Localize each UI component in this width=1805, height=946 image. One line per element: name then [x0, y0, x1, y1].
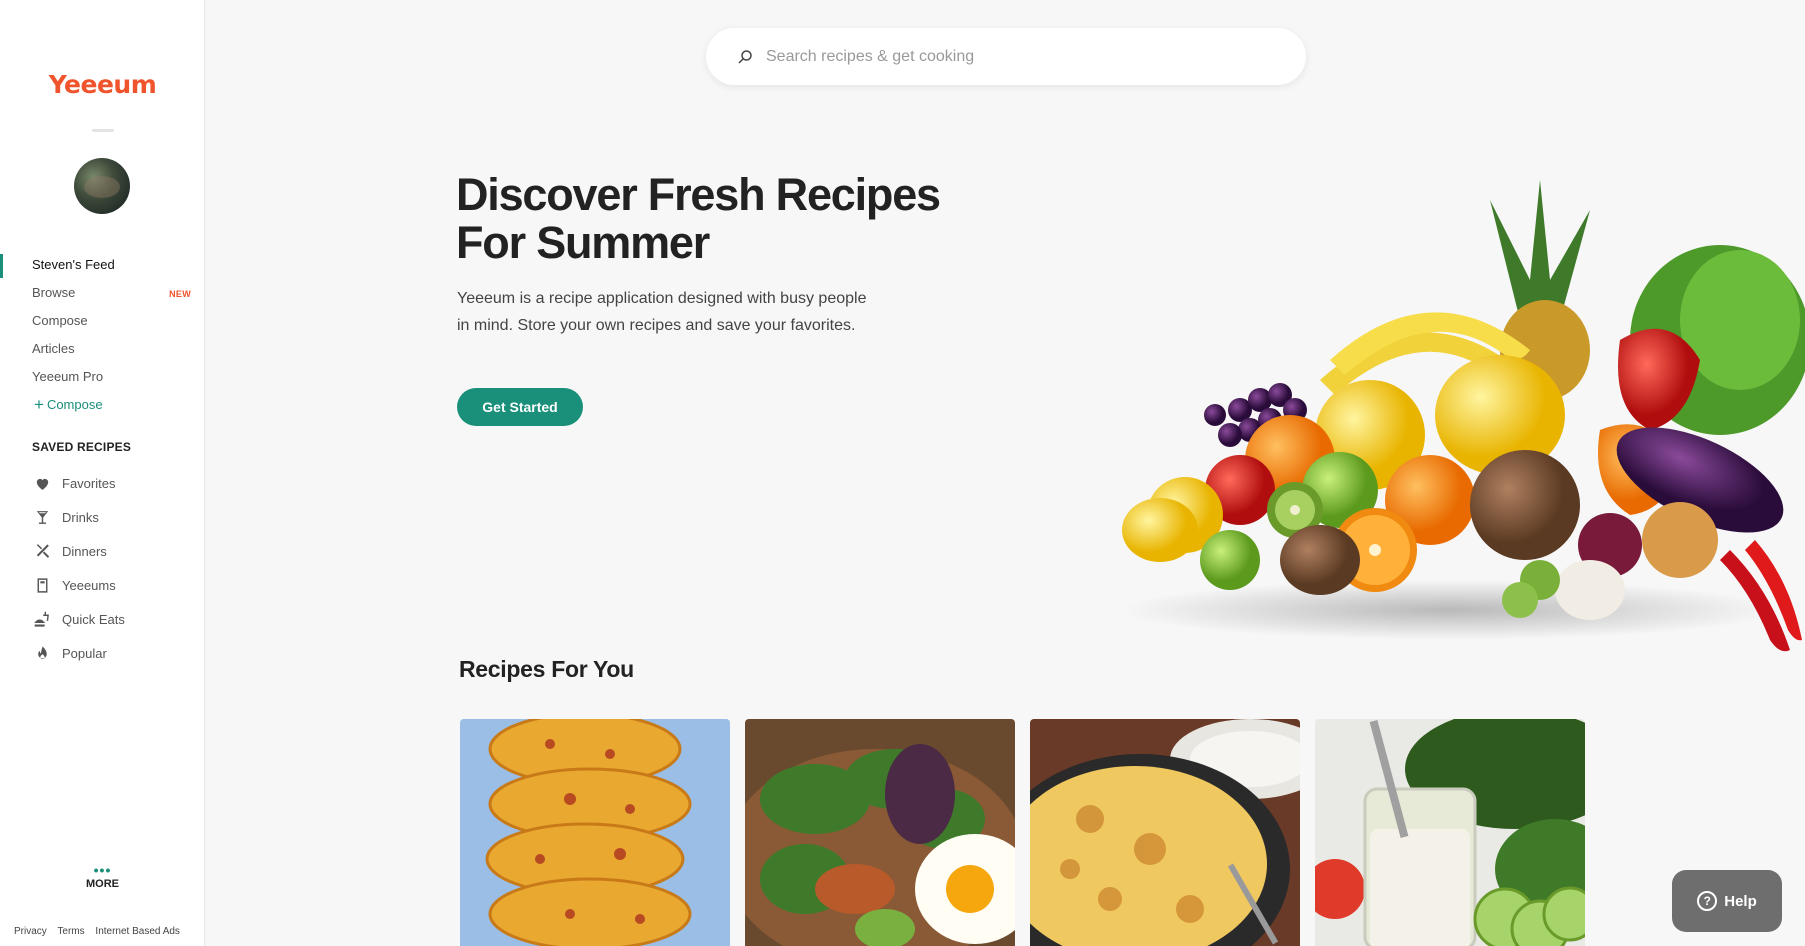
new-badge: NEW: [169, 289, 191, 299]
nav-item-feed[interactable]: Steven's Feed: [0, 254, 205, 282]
more-dots-icon: •••: [93, 862, 112, 878]
recipe-card[interactable]: [460, 719, 730, 946]
nav-item-browse[interactable]: Browse NEW: [0, 282, 205, 310]
hero-description: Yeeeum is a recipe application designed …: [457, 290, 867, 334]
user-avatar[interactable]: [74, 158, 130, 214]
compose-label: Compose: [46, 397, 103, 412]
recipes-section-title: Recipes For You: [459, 656, 634, 682]
recipe-image: [460, 719, 730, 946]
saved-item-quick-eats[interactable]: Quick Eats: [32, 602, 197, 636]
saved-item-label: Quick Eats: [62, 611, 125, 627]
sidebar: Yeeeum Steven's Feed Browse NEW Compose A…: [0, 0, 205, 946]
nav-item-label: Browse: [32, 285, 76, 300]
fresh-produce-image: [1120, 180, 1805, 652]
plus-icon: +: [34, 395, 44, 414]
saved-item-label: Drinks: [62, 509, 99, 525]
saved-item-label: Favorites: [62, 475, 116, 491]
saved-item-label: Yeeeums: [62, 577, 116, 593]
help-label: Help: [1724, 892, 1757, 910]
app-logo[interactable]: Yeeeum: [0, 70, 205, 99]
question-icon: ?: [1697, 891, 1718, 911]
book-icon: [32, 575, 52, 595]
fast-food-icon: [32, 609, 52, 629]
saved-recipes-list: Favorites Drinks Dinners Yeeeums Quick E…: [32, 466, 197, 670]
saved-item-favorites[interactable]: Favorites: [32, 466, 197, 500]
saved-item-yeeeums[interactable]: Yeeeums: [32, 568, 197, 602]
logo-divider: [92, 129, 114, 132]
saved-recipes-heading: SAVED RECIPES: [32, 440, 132, 454]
recipe-image: [1315, 719, 1585, 946]
search-icon: [738, 49, 752, 64]
martini-glass-icon: [32, 507, 52, 527]
recipe-card[interactable]: [1030, 719, 1300, 946]
search-input[interactable]: [766, 47, 1266, 66]
utensils-crossed-icon: [32, 541, 52, 561]
footer-links: Privacy Terms Internet Based Ads: [14, 926, 188, 937]
saved-item-label: Popular: [62, 645, 107, 661]
help-button[interactable]: ? Help: [1672, 870, 1782, 932]
main-nav: Steven's Feed Browse NEW Compose Articles…: [0, 254, 205, 422]
nav-item-articles[interactable]: Articles: [0, 338, 205, 366]
nav-item-label: Steven's Feed: [32, 257, 115, 272]
ads-link[interactable]: Internet Based Ads: [95, 926, 180, 937]
more-label: MORE: [86, 878, 119, 890]
recipe-image: [1030, 719, 1300, 946]
recipe-image: [745, 719, 1015, 946]
saved-item-popular[interactable]: Popular: [32, 636, 197, 670]
heart-icon: [32, 473, 52, 493]
nav-item-label: Articles: [32, 341, 75, 356]
saved-item-drinks[interactable]: Drinks: [32, 500, 197, 534]
terms-link[interactable]: Terms: [57, 926, 84, 937]
privacy-link[interactable]: Privacy: [14, 926, 47, 937]
get-started-button[interactable]: Get Started: [457, 388, 583, 426]
search-bar[interactable]: [706, 28, 1306, 85]
flame-icon: [32, 643, 52, 663]
compose-button[interactable]: + Compose: [0, 394, 205, 422]
recipe-card[interactable]: [1315, 719, 1585, 946]
recipe-card[interactable]: [745, 719, 1015, 946]
hero-title: Discover Fresh Recipes For Summer: [456, 169, 941, 268]
nav-item-label: Compose: [32, 313, 88, 328]
saved-item-label: Dinners: [62, 543, 107, 559]
more-button[interactable]: ••• MORE: [0, 862, 205, 890]
nav-item-pro[interactable]: Yeeeum Pro: [0, 366, 205, 394]
saved-item-dinners[interactable]: Dinners: [32, 534, 197, 568]
nav-item-label: Yeeeum Pro: [32, 369, 104, 384]
nav-item-compose[interactable]: Compose: [0, 310, 205, 338]
